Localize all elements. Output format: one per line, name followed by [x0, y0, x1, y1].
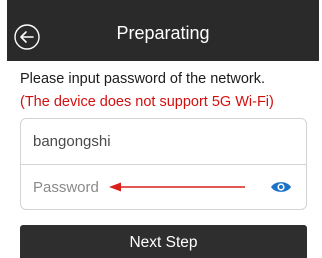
- circle-arrow-left-icon: [12, 22, 42, 52]
- password-row: [21, 165, 306, 209]
- ssid-field[interactable]: bangongshi: [21, 119, 306, 164]
- next-step-button[interactable]: Next Step: [20, 225, 307, 258]
- warning-text: (The device does not support 5G Wi-Fi): [20, 94, 274, 110]
- page-title: Preparating: [116, 23, 210, 43]
- eye-icon[interactable]: [270, 180, 292, 194]
- header-bar: Preparating: [7, 0, 319, 61]
- password-input[interactable]: [33, 165, 263, 209]
- network-form: bangongshi: [20, 118, 307, 210]
- page: Preparating Please input password of the…: [0, 0, 322, 258]
- back-button[interactable]: [12, 22, 42, 52]
- instruction-text: Please input password of the network.: [20, 71, 266, 87]
